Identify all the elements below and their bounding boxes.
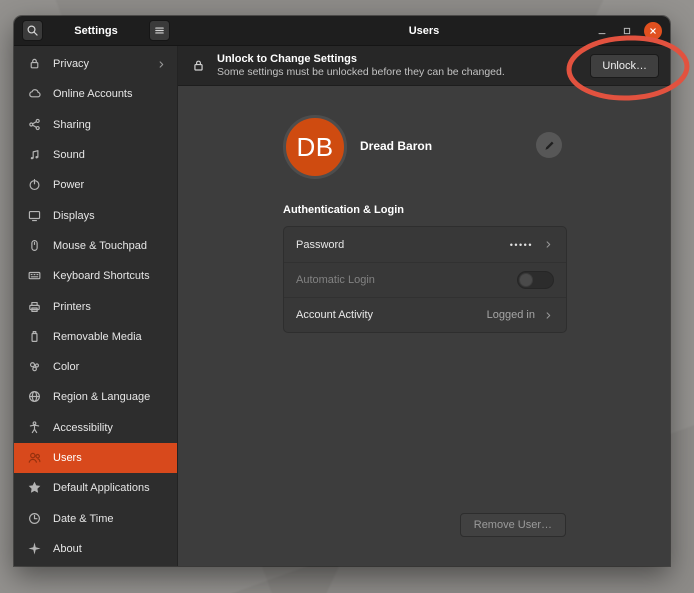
removable-media-icon: [27, 329, 43, 345]
sidebar-item-label: Sharing: [53, 119, 167, 131]
window-body: Privacy Online Accounts Sharing Sound Power D…: [14, 46, 670, 566]
maximize-icon: [621, 25, 633, 37]
sidebar-item-label: Power: [53, 179, 167, 191]
banner-text: Unlock to Change Settings Some settings …: [217, 53, 590, 79]
sidebar-item-removable-media[interactable]: Removable Media: [14, 322, 177, 352]
row-label: Automatic Login: [296, 274, 517, 286]
sidebar-item-online-accounts[interactable]: Online Accounts: [14, 79, 177, 109]
app-title: Settings: [74, 25, 117, 37]
auth-row-password[interactable]: Password•••••: [284, 227, 566, 262]
sidebar: Privacy Online Accounts Sharing Sound Power D…: [14, 46, 178, 566]
hamburger-menu-icon: [153, 24, 166, 37]
sidebar-item-label: Region & Language: [53, 391, 167, 403]
sidebar-item-date-time[interactable]: Date & Time: [14, 503, 177, 533]
auth-settings-list: Password••••• Automatic Login Account Acti…: [283, 226, 567, 333]
minimize-icon: [596, 25, 608, 37]
sidebar-item-mouse-touchpad[interactable]: Mouse & Touchpad: [14, 231, 177, 261]
menu-button[interactable]: [149, 20, 170, 41]
power-icon: [27, 177, 43, 193]
globe-icon: [27, 389, 43, 405]
users-panel-content: DB Dread Baron Authentication & Login Pa…: [178, 86, 670, 566]
share-icon: [27, 117, 43, 133]
user-avatar[interactable]: DB: [283, 115, 347, 179]
remove-user-button[interactable]: Remove User…: [460, 513, 566, 537]
row-label: Account Activity: [296, 309, 487, 321]
sidebar-item-label: Date & Time: [53, 513, 167, 525]
mouse-icon: [27, 238, 43, 254]
chevron-right-icon: [156, 59, 167, 70]
sidebar-item-label: Privacy: [53, 58, 156, 70]
main-pane: Unlock to Change Settings Some settings …: [178, 46, 670, 566]
close-icon: [648, 26, 658, 36]
sidebar-item-sharing[interactable]: Sharing: [14, 110, 177, 140]
sidebar-item-default-applications[interactable]: Default Applications: [14, 473, 177, 503]
minimize-button[interactable]: [594, 23, 610, 39]
sidebar-item-power[interactable]: Power: [14, 170, 177, 200]
sidebar-item-label: Online Accounts: [53, 88, 167, 100]
row-value: •••••: [510, 240, 533, 250]
clock-icon: [27, 511, 43, 527]
search-icon: [26, 24, 39, 37]
edit-name-button[interactable]: [536, 132, 562, 158]
sidebar-item-sound[interactable]: Sound: [14, 140, 177, 170]
chevron-right-icon: [543, 310, 554, 321]
user-name: Dread Baron: [360, 139, 432, 153]
color-icon: [27, 359, 43, 375]
displays-icon: [27, 208, 43, 224]
sparkle-icon: [27, 541, 43, 557]
sidebar-item-label: Default Applications: [53, 482, 167, 494]
banner-subtitle: Some settings must be unlocked before th…: [217, 66, 590, 79]
titlebar: Settings Users: [14, 16, 670, 46]
close-button[interactable]: [644, 22, 662, 40]
titlebar-right: Users: [178, 16, 670, 45]
sidebar-item-label: About: [53, 543, 167, 555]
auth-row-account-activity[interactable]: Account ActivityLogged in: [284, 297, 566, 332]
printer-icon: [27, 299, 43, 315]
sound-icon: [27, 147, 43, 163]
sidebar-item-label: Color: [53, 361, 167, 373]
toggle-knob: [519, 273, 533, 287]
sidebar-item-label: Accessibility: [53, 422, 167, 434]
banner-title: Unlock to Change Settings: [217, 53, 590, 66]
automatic-login-toggle[interactable]: [517, 271, 554, 289]
sidebar-item-label: Mouse & Touchpad: [53, 240, 167, 252]
unlock-banner: Unlock to Change Settings Some settings …: [178, 46, 670, 86]
sidebar-item-color[interactable]: Color: [14, 352, 177, 382]
row-label: Password: [296, 239, 510, 251]
maximize-button[interactable]: [619, 23, 635, 39]
sidebar-item-label: Removable Media: [53, 331, 167, 343]
lock-icon: [27, 56, 43, 72]
sidebar-item-about[interactable]: About: [14, 534, 177, 564]
unlock-button[interactable]: Unlock…: [590, 54, 659, 78]
chevron-right-icon: [543, 239, 554, 250]
cloud-icon: [27, 86, 43, 102]
sidebar-item-label: Printers: [53, 301, 167, 313]
titlebar-left: Settings: [14, 16, 178, 45]
sidebar-item-keyboard-shortcuts[interactable]: Keyboard Shortcuts: [14, 261, 177, 291]
settings-window: Settings Users: [14, 16, 670, 566]
search-button[interactable]: [22, 20, 43, 41]
window-controls: [594, 16, 662, 46]
users-icon: [27, 450, 43, 466]
sidebar-item-label: Sound: [53, 149, 167, 161]
sidebar-item-label: Keyboard Shortcuts: [53, 270, 167, 282]
sidebar-item-accessibility[interactable]: Accessibility: [14, 413, 177, 443]
panel-title: Users: [409, 25, 440, 37]
sidebar-item-printers[interactable]: Printers: [14, 291, 177, 321]
sidebar-item-label: Users: [53, 452, 167, 464]
row-value: Logged in: [487, 309, 535, 321]
accessibility-icon: [27, 420, 43, 436]
sidebar-item-displays[interactable]: Displays: [14, 200, 177, 230]
star-icon: [27, 480, 43, 496]
auth-section-title: Authentication & Login: [283, 204, 404, 216]
auth-row-automatic-login: Automatic Login: [284, 262, 566, 297]
pencil-icon: [543, 139, 556, 152]
sidebar-item-users[interactable]: Users: [14, 443, 177, 473]
keyboard-icon: [27, 268, 43, 284]
sidebar-item-privacy[interactable]: Privacy: [14, 49, 177, 79]
sidebar-item-region-language[interactable]: Region & Language: [14, 382, 177, 412]
sidebar-item-label: Displays: [53, 210, 167, 222]
lock-icon: [191, 58, 207, 73]
